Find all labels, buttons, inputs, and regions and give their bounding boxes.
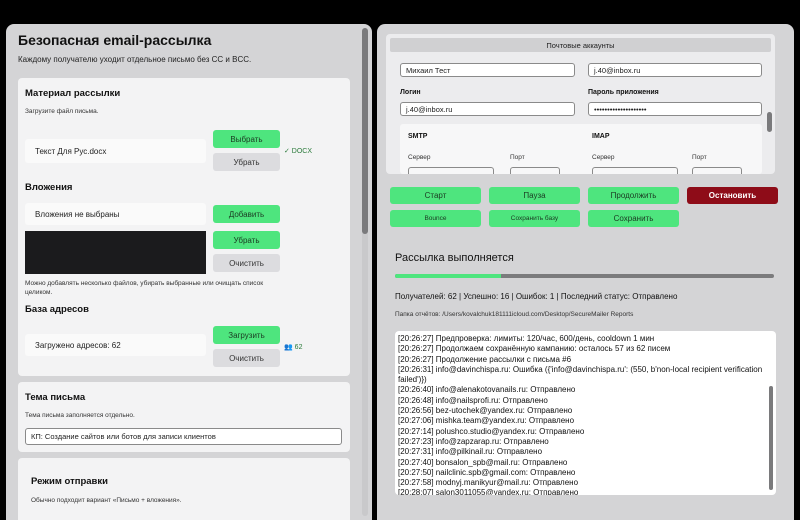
clear-addresses-button[interactable]: Очистить bbox=[213, 349, 280, 367]
material-file-field: Текст Для Рус.docx bbox=[25, 139, 206, 163]
left-scrollbar-thumb[interactable] bbox=[362, 28, 368, 234]
name-input[interactable]: Михаил Тест bbox=[400, 63, 575, 77]
save-base-button[interactable]: Сохранить базу bbox=[489, 210, 580, 227]
subject-input[interactable]: КП: Создание сайтов или ботов для записи… bbox=[25, 428, 342, 445]
progress-bar-fill bbox=[395, 274, 502, 278]
log-lines: [20:26:27] Предпроверка: лимиты: 120/час… bbox=[398, 334, 762, 495]
page-subtitle: Каждому получателю уходит отдельное пись… bbox=[18, 55, 252, 64]
log-line: [20:26:48] info@nailsprofi.ru: Отправлен… bbox=[398, 395, 548, 405]
log-line: [20:27:50] nailclinic.spb@gmail.com: Отп… bbox=[398, 467, 576, 477]
mode-card: Режим отправки Обычно подходит вариант «… bbox=[18, 458, 350, 520]
log-line: [20:27:23] info@zapzarap.ru: Отправлено bbox=[398, 436, 549, 446]
docx-tag: ✓ DOCX bbox=[284, 148, 313, 155]
log-line: [20:28:07] salon3011055@yandex.ru: Отпра… bbox=[398, 488, 579, 495]
attachments-title: Вложения bbox=[25, 182, 73, 193]
subject-card: Тема письма Тема письма заполняется отде… bbox=[18, 382, 350, 452]
log-line: [20:27:14] polushco.studio@yandex.ru: От… bbox=[398, 426, 585, 436]
accounts-card: Почтовые аккаунты Михаил Тест j.40@inbox… bbox=[386, 34, 775, 174]
smtp-port-input[interactable] bbox=[510, 167, 560, 174]
subject-title: Тема письма bbox=[25, 392, 86, 403]
stop-button[interactable]: Остановить bbox=[687, 187, 778, 204]
login-input[interactable]: j.40@inbox.ru bbox=[400, 102, 575, 116]
pause-button[interactable]: Пауза bbox=[489, 187, 580, 204]
clear-attachments-button[interactable]: Очистить bbox=[213, 254, 280, 272]
remove-attachment-button[interactable]: Убрать bbox=[213, 231, 280, 249]
log-line: [20:27:06] mishka.team@yandex.ru: Отправ… bbox=[398, 416, 575, 426]
mode-title: Режим отправки bbox=[31, 476, 108, 487]
remove-file-button[interactable]: Убрать bbox=[213, 153, 280, 171]
material-hint: Загрузите файл письма. bbox=[25, 108, 99, 115]
left-panel: Безопасная email-рассылка Каждому получа… bbox=[6, 24, 372, 520]
subject-hint: Тема письма заполняется отдельно. bbox=[25, 412, 135, 419]
log-line: [20:26:56] bez-utochek@yandex.ru: Отправ… bbox=[398, 406, 573, 416]
imap-label: IMAP bbox=[592, 133, 610, 140]
smtp-server-label: Сервер bbox=[408, 154, 431, 161]
material-card: Материал рассылки Загрузите файл письма.… bbox=[18, 78, 350, 376]
addresses-title: База адресов bbox=[25, 304, 89, 315]
imap-port-label: Порт bbox=[692, 154, 707, 161]
log-line: [20:26:27] Продолжение рассылки с письма… bbox=[398, 354, 572, 364]
attachments-status: Вложения не выбраны bbox=[25, 203, 206, 225]
stats-line: Получателей: 62 | Успешно: 16 | Ошибок: … bbox=[395, 292, 678, 301]
mode-hint: Обычно подходит вариант «Письмо + вложен… bbox=[31, 497, 182, 504]
imap-server-input[interactable] bbox=[592, 167, 678, 174]
log-line: [20:26:40] info@alenakotovanails.ru: Отп… bbox=[398, 385, 576, 395]
log-line: [20:26:27] Предпроверка: лимиты: 120/час… bbox=[398, 334, 655, 343]
addresses-count-tag: 👥 62 bbox=[284, 343, 302, 351]
imap-server-label: Сервер bbox=[592, 154, 615, 161]
attachments-hint: Можно добавлять несколько файлов, убират… bbox=[25, 280, 264, 296]
attachments-list[interactable] bbox=[25, 231, 206, 274]
log-area[interactable]: [20:26:27] Предпроверка: лимиты: 120/час… bbox=[395, 331, 776, 495]
smtp-label: SMTP bbox=[408, 133, 428, 140]
smtp-server-input[interactable] bbox=[408, 167, 494, 174]
email-input[interactable]: j.40@inbox.ru bbox=[588, 63, 762, 77]
reports-folder: Папка отчётов: /Users/kovalchuk181111icl… bbox=[395, 311, 634, 318]
accounts-header: Почтовые аккаунты bbox=[390, 38, 771, 52]
login-label: Логин bbox=[400, 89, 421, 96]
password-label: Пароль приложения bbox=[588, 89, 659, 96]
start-button[interactable]: Старт bbox=[390, 187, 481, 204]
log-line: failed')}) bbox=[398, 375, 427, 385]
log-line: [20:27:31] info@pilkinail.ru: Отправлено bbox=[398, 447, 543, 457]
load-addresses-button[interactable]: Загрузить bbox=[213, 326, 280, 344]
log-line: [20:26:31] info@davinchispa.ru: Ошибка (… bbox=[398, 364, 763, 374]
smtp-port-label: Порт bbox=[510, 154, 525, 161]
addresses-status: Загружено адресов: 62 bbox=[25, 334, 206, 356]
choose-file-button[interactable]: Выбрать bbox=[213, 130, 280, 148]
password-input[interactable]: •••••••••••••••••••• bbox=[588, 102, 762, 116]
imap-port-input[interactable] bbox=[692, 167, 742, 174]
progress-bar bbox=[395, 274, 774, 278]
log-line: [20:27:40] bonsalon_spb@mail.ru: Отправл… bbox=[398, 457, 568, 467]
save-button[interactable]: Сохранить bbox=[588, 210, 679, 227]
material-title: Материал рассылки bbox=[25, 88, 121, 99]
log-line: [20:27:58] modnyj.manikyur@mail.ru: Отпр… bbox=[398, 478, 579, 488]
right-panel: Почтовые аккаунты Михаил Тест j.40@inbox… bbox=[377, 24, 794, 520]
log-scrollbar-thumb[interactable] bbox=[769, 386, 773, 490]
accounts-scrollbar-thumb[interactable] bbox=[767, 112, 772, 132]
accounts-header-label: Почтовые аккаунты bbox=[546, 40, 615, 50]
page-title: Безопасная email-рассылка bbox=[18, 32, 212, 48]
addresses-count: 62 bbox=[294, 344, 303, 351]
add-attachment-button[interactable]: Добавить bbox=[213, 205, 280, 223]
bounce-button[interactable]: Bounce bbox=[390, 210, 481, 227]
progress-title: Рассылка выполняется bbox=[395, 252, 514, 264]
log-line: [20:26:27] Продолжаем сохранённую кампан… bbox=[398, 344, 671, 354]
people-icon: 👥 bbox=[284, 344, 293, 351]
resume-button[interactable]: Продолжить bbox=[588, 187, 679, 204]
